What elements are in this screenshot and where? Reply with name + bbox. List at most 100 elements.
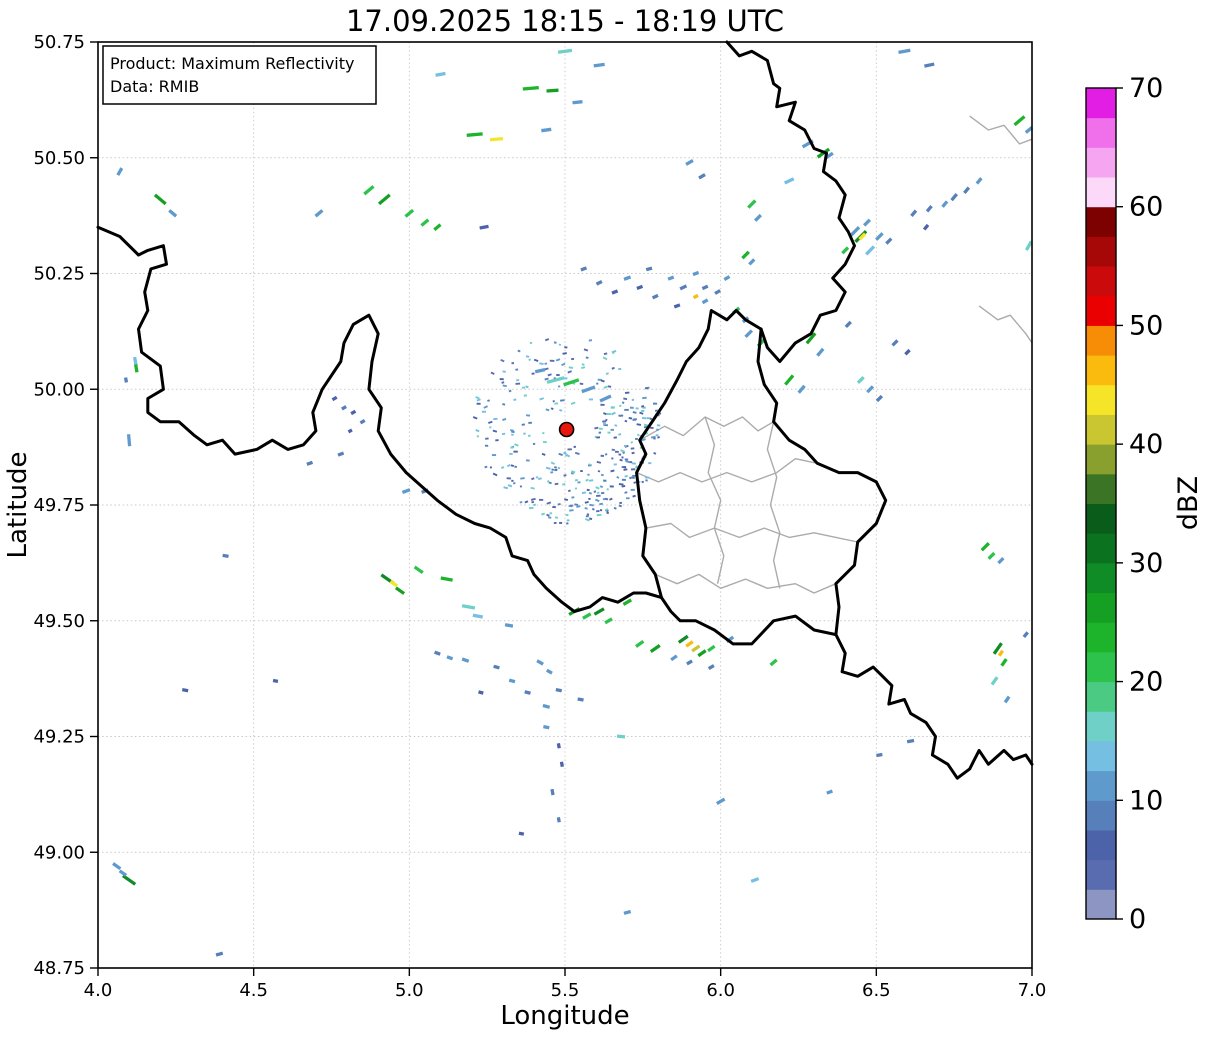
radar-echo [885, 237, 893, 245]
colorbar-segment [1086, 117, 1116, 148]
radar-echo [691, 644, 701, 653]
radar-echo [604, 617, 613, 625]
colorbar-tick-label: 40 [1129, 429, 1163, 460]
clutter-dot [546, 513, 550, 517]
clutter-dot [490, 371, 495, 375]
radar-echo [692, 270, 700, 277]
clutter-dot [596, 382, 599, 385]
clutter-dot [542, 441, 547, 444]
clutter-dot [539, 397, 545, 401]
clutter-dot [506, 477, 511, 480]
clutter-dot [574, 503, 579, 506]
clutter-dot [545, 466, 551, 470]
colorbar-segment [1086, 829, 1116, 861]
clutter-dot [603, 385, 608, 389]
clutter-dot [641, 409, 645, 412]
radar-echo [748, 258, 756, 266]
regional-border-line [766, 421, 781, 589]
clutter-dot [602, 498, 606, 501]
radar-echo [545, 668, 553, 675]
clutter-dot [510, 446, 514, 449]
clutter-dot [509, 452, 513, 455]
radar-echo [466, 132, 483, 137]
colorbar-segment [1086, 651, 1116, 683]
clutter-dot [625, 460, 630, 463]
radar-echo [925, 204, 933, 213]
radar-echo [556, 817, 561, 823]
clutter-dot [564, 498, 569, 501]
clutter-dot [502, 417, 507, 421]
radar-echo [636, 284, 644, 290]
radar-echo [769, 658, 778, 667]
radar-echo [707, 664, 715, 671]
clutter-dot [649, 417, 653, 420]
clutter-dot [556, 373, 560, 376]
clutter-dot [614, 424, 618, 427]
radar-echo [623, 909, 632, 915]
clutter-dot [551, 468, 554, 471]
radar-echo [181, 688, 189, 693]
radar-echo [555, 688, 563, 693]
clutter-dot [609, 485, 614, 488]
clutter-dot [584, 507, 588, 510]
radar-echo [1024, 240, 1033, 251]
radar-echo [112, 862, 122, 871]
clutter-dot [588, 339, 593, 342]
radar-echo [557, 48, 573, 54]
clutter-dot [528, 434, 531, 437]
x-tick-label: 5.5 [551, 980, 580, 1001]
clutter-dot [472, 416, 478, 420]
radar-echoes [112, 48, 1034, 957]
colorbar-tick-label: 10 [1129, 785, 1163, 816]
x-tick-label: 6.5 [862, 980, 891, 1001]
clutter-dot [600, 403, 605, 406]
radar-echo [595, 280, 603, 286]
clutter-dot [630, 488, 635, 491]
radar-echo [856, 376, 865, 384]
clutter-dot [549, 359, 555, 362]
radar-echo [975, 177, 983, 185]
clutter-dot [621, 478, 626, 481]
colorbar-segment [1086, 592, 1116, 623]
radar-echo [816, 347, 825, 357]
clutter-dot [587, 473, 590, 476]
clutter-dot [531, 372, 535, 375]
clutter-dot [554, 482, 559, 486]
clutter-dot [593, 490, 597, 493]
radar-echo [123, 377, 129, 383]
clutter-dot [489, 426, 492, 429]
clutter-dot [549, 512, 553, 515]
radar-echo [599, 394, 612, 403]
regional-border-line [969, 115, 1033, 145]
national-border-line [834, 633, 1034, 780]
clutter-dot [630, 468, 636, 471]
radar-echo [865, 245, 876, 256]
y-tick-label: 50.25 [33, 264, 85, 285]
radar-echo [826, 789, 833, 795]
clutter-dot [574, 451, 580, 455]
radar-echo [581, 385, 596, 394]
radar-echo [133, 364, 139, 373]
clutter-dot [624, 475, 628, 478]
radar-echo [783, 177, 795, 185]
clutter-dot [630, 447, 635, 450]
clutter-dot [628, 416, 633, 420]
clutter-dot [559, 409, 563, 412]
clutter-dot [623, 468, 628, 471]
clutter-dot [594, 426, 599, 430]
clutter-dot [602, 356, 608, 361]
clutter-dot [584, 518, 590, 522]
clutter-dot [588, 497, 591, 500]
clutter-dot [566, 519, 570, 522]
clutter-dot [519, 501, 523, 504]
clutter-dot [573, 445, 577, 448]
clutter-dot [519, 485, 523, 488]
clutter-dot [657, 436, 660, 439]
colorbar-segment [1086, 355, 1116, 386]
clutter-dot [639, 411, 644, 415]
y-tick-label: 49.50 [33, 611, 85, 632]
radar-echo [876, 752, 883, 758]
colorbar-segment [1086, 325, 1116, 356]
x-axis-label: Longitude [500, 1001, 629, 1031]
clutter-dot [564, 346, 568, 349]
